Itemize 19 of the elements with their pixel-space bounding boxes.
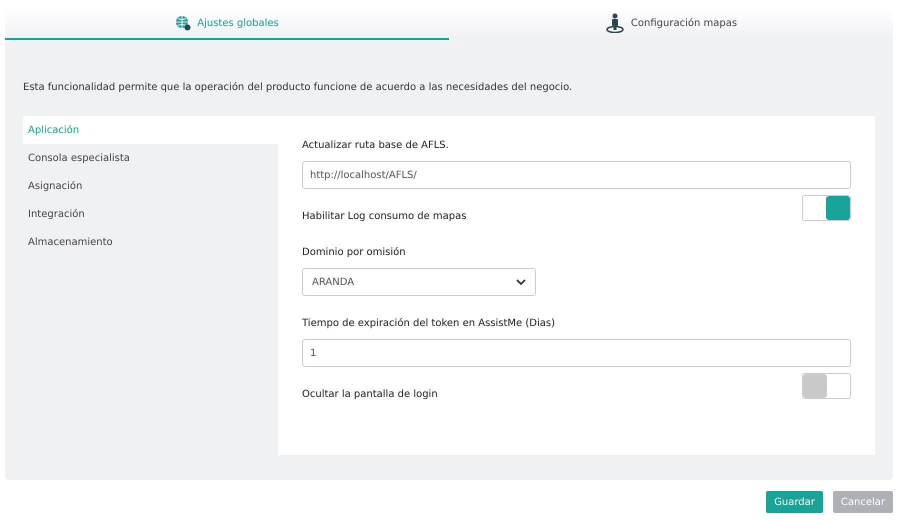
sidebar-item[interactable]: Asignación — [23, 172, 278, 200]
input-field[interactable]: http://localhost/AFLS/ — [302, 161, 851, 189]
toggle-switch[interactable] — [802, 373, 851, 399]
field-label: Dominio por omisión — [302, 246, 407, 260]
field-label: Actualizar ruta base de AFLS. — [302, 139, 450, 153]
field-label: Tiempo de expiración del token en AssistMe (Dias) — [302, 317, 556, 331]
tab[interactable]: Configuración mapas — [449, 8, 893, 40]
sidebar-item[interactable]: Consola especialista — [23, 144, 278, 172]
globe-icon — [175, 15, 192, 31]
chevron-down-icon — [516, 278, 526, 286]
person-pin-icon — [604, 13, 625, 33]
description-text: Esta funcionalidad permite que la operación del producto funcione de acuerdo a las necesidades del negocio. — [23, 81, 574, 94]
toggle-switch[interactable] — [802, 195, 851, 221]
field-label: Habilitar Log consumo de mapas — [302, 210, 466, 224]
dropdown[interactable]: ARANDA — [302, 268, 536, 296]
sidebar-item[interactable]: Almacenamiento — [23, 228, 278, 256]
field-label: Ocultar la pantalla de login — [302, 388, 438, 402]
input-field[interactable]: 1 — [302, 339, 851, 367]
sidebar-item[interactable]: Integración — [23, 200, 278, 228]
